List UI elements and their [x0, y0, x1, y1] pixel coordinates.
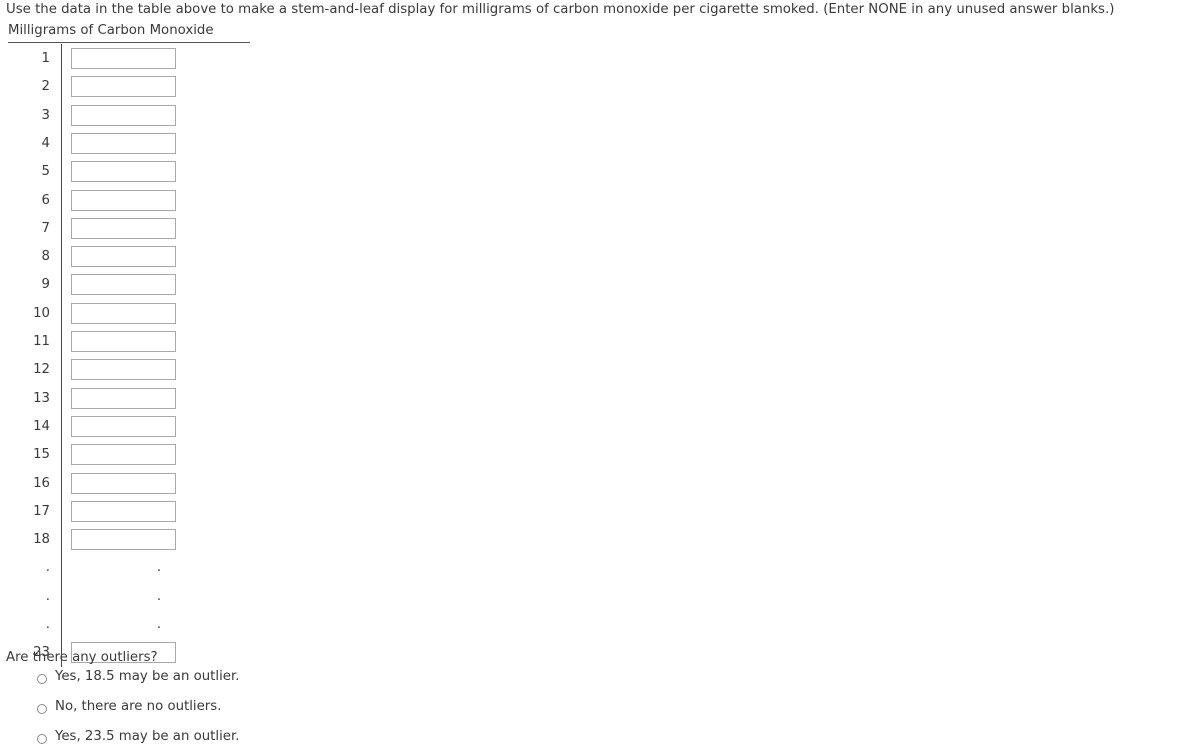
leaf-input-cell: [71, 387, 176, 409]
stem-label: 6: [41, 192, 50, 208]
stem-label: 10: [33, 305, 50, 321]
stem-leaf-row: 10: [0, 300, 300, 328]
stem-leaf-row: 8: [0, 243, 300, 271]
stem-label: 12: [33, 362, 50, 378]
stem-leaf-ellipsis-row: ..: [0, 554, 300, 582]
leaf-input-stem-6[interactable]: [71, 189, 176, 211]
stem-leaf-row: 4: [0, 130, 300, 158]
outlier-option-label: No, there are no outliers.: [55, 699, 222, 714]
leaf-input-stem-14[interactable]: [71, 415, 176, 437]
leaf-input-cell: [71, 529, 176, 551]
stem-leaf-row: 17: [0, 498, 300, 526]
ellipsis-dot-stem: .: [45, 588, 50, 604]
stem-leaf-row: 11: [0, 328, 300, 356]
stem-label: 2: [41, 79, 50, 95]
outlier-options-group: Yes, 18.5 may be an outlier. No, there ar…: [6, 666, 506, 756]
stem-leaf-row: 2: [0, 73, 300, 101]
outlier-question-block: Are there any outliers? Yes, 18.5 may be…: [6, 649, 506, 756]
stem-label: 11: [33, 334, 50, 349]
leaf-input-cell: [71, 472, 176, 494]
leaf-input-cell: [71, 302, 176, 324]
leaf-input-stem-12[interactable]: [71, 359, 176, 381]
leaf-input-stem-1[interactable]: [71, 48, 176, 69]
radio-button-icon[interactable]: [37, 704, 47, 714]
stem-leaf-row: 1: [0, 45, 300, 73]
stem-label: 18: [33, 532, 50, 548]
leaf-input-cell: [71, 161, 176, 183]
leaf-input-cell: [71, 132, 176, 154]
stem-label: 3: [41, 107, 50, 123]
leaf-input-cell: [71, 104, 176, 126]
leaf-input-stem-7[interactable]: [71, 217, 176, 239]
leaf-input-stem-11[interactable]: [71, 331, 176, 352]
stem-leaf-ellipsis-row: ..: [0, 611, 300, 639]
outlier-option-1[interactable]: Yes, 18.5 may be an outlier.: [6, 666, 506, 696]
outlier-option-label: Yes, 18.5 may be an outlier.: [55, 669, 240, 684]
leaf-input-cell: [71, 48, 176, 69]
stem-leaf-row: 7: [0, 215, 300, 243]
leaf-input-stem-5[interactable]: [71, 161, 176, 183]
outlier-option-2[interactable]: No, there are no outliers.: [6, 696, 506, 726]
stem-label: 15: [33, 447, 50, 463]
stem-leaf-row: 16: [0, 470, 300, 498]
stem-label: 5: [41, 164, 50, 180]
stem-leaf-row: 6: [0, 187, 300, 215]
stem-leaf-row: 12: [0, 356, 300, 384]
leaf-input-stem-13[interactable]: [71, 387, 176, 409]
leaf-input-stem-9[interactable]: [71, 274, 176, 296]
leaf-input-stem-15[interactable]: [71, 444, 176, 466]
stem-leaf-row: 13: [0, 385, 300, 413]
leaf-input-cell: [71, 76, 176, 98]
stem-leaf-row: 15: [0, 441, 300, 469]
table-title-rule: [8, 42, 250, 43]
leaf-input-cell: [71, 217, 176, 239]
ellipsis-dot-stem: .: [45, 617, 50, 632]
radio-button-icon[interactable]: [37, 674, 47, 684]
leaf-input-cell: [71, 359, 176, 381]
leaf-input-stem-16[interactable]: [71, 472, 176, 494]
leaf-input-stem-10[interactable]: [71, 302, 176, 324]
stem-leaf-row: 5: [0, 158, 300, 186]
stem-label: 8: [41, 249, 50, 265]
leaf-input-cell: [71, 331, 176, 352]
stem-leaf-row: 9: [0, 271, 300, 299]
stem-label: 13: [33, 390, 50, 406]
leaf-input-stem-2[interactable]: [71, 76, 176, 98]
stem-label: 14: [33, 418, 50, 434]
stem-leaf-row: 14: [0, 413, 300, 441]
ellipsis-dot-leaf: .: [156, 560, 162, 576]
stem-label: 17: [33, 503, 50, 519]
leaf-input-cell: [71, 444, 176, 466]
stem-label: 7: [41, 220, 50, 236]
outlier-option-label: Yes, 23.5 may be an outlier.: [55, 729, 240, 744]
stem-label: 4: [41, 135, 50, 151]
ellipsis-dot-leaf: .: [156, 588, 162, 604]
leaf-input-cell: [71, 274, 176, 296]
table-title: Milligrams of Carbon Monoxide: [8, 23, 214, 38]
leaf-input-cell: [71, 415, 176, 437]
outlier-option-3[interactable]: Yes, 23.5 may be an outlier.: [6, 726, 506, 756]
stem-label: 1: [41, 51, 50, 66]
leaf-input-stem-3[interactable]: [71, 104, 176, 126]
stem-leaf-ellipsis-row: ..: [0, 583, 300, 611]
leaf-input-stem-8[interactable]: [71, 246, 176, 268]
leaf-input-stem-17[interactable]: [71, 500, 176, 522]
stem-leaf-row: 18: [0, 526, 300, 554]
radio-button-icon[interactable]: [37, 734, 47, 744]
ellipsis-dot-stem: .: [45, 560, 50, 576]
outlier-question-text: Are there any outliers?: [6, 650, 158, 665]
leaf-input-cell: [71, 189, 176, 211]
stem-label: 16: [33, 475, 50, 491]
leaf-input-cell: [71, 500, 176, 522]
leaf-input-stem-4[interactable]: [71, 132, 176, 154]
leaf-input-stem-18[interactable]: [71, 529, 176, 551]
stem-leaf-row: 3: [0, 102, 300, 130]
leaf-input-cell: [71, 246, 176, 268]
stem-label: 9: [41, 277, 50, 293]
exercise-prompt: Use the data in the table above to make …: [6, 2, 1115, 17]
ellipsis-dot-leaf: .: [156, 617, 162, 632]
